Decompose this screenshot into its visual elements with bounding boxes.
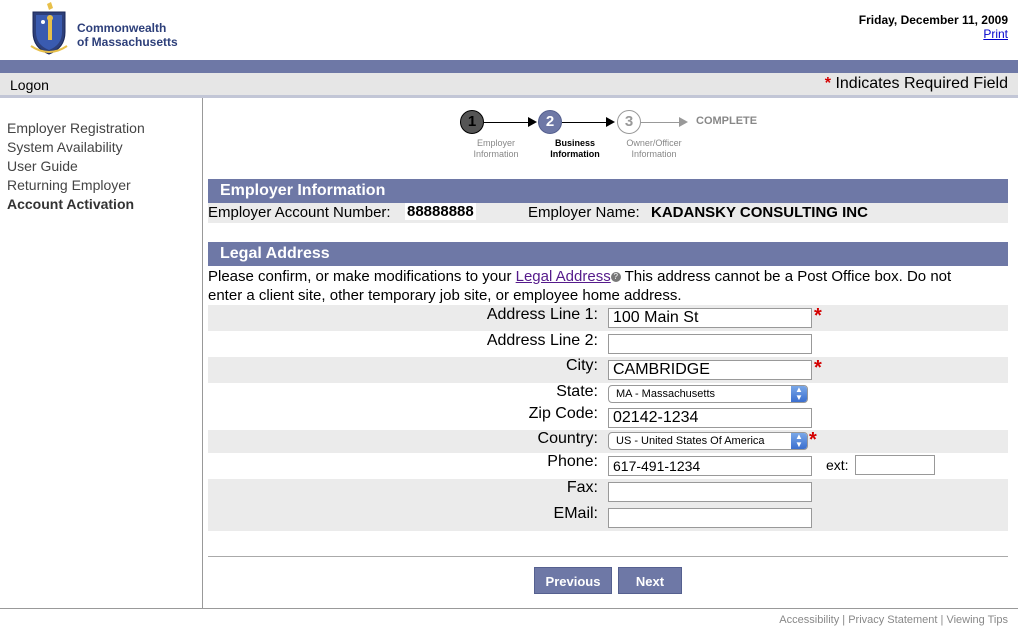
address-line2-input[interactable] xyxy=(608,334,812,354)
page-header: Commonwealth of Massachusetts Friday, De… xyxy=(0,0,1018,62)
page-footer: Accessibility | Privacy Statement | View… xyxy=(0,608,1018,629)
step-1-circle: 1 xyxy=(460,110,484,134)
step-arrow-line xyxy=(562,122,608,123)
state-select[interactable]: MA - Massachusetts ▲ ▼ xyxy=(608,385,808,403)
step-arrow-line xyxy=(484,122,530,123)
footer-links: Accessibility | Privacy Statement | View… xyxy=(779,614,1008,626)
footer-separator: | xyxy=(839,614,849,626)
org-name-line2: of Massachusetts xyxy=(77,35,178,49)
legal-address-link[interactable]: Legal Address xyxy=(516,268,611,285)
address-line2-row: Address Line 2: xyxy=(208,331,1008,357)
fax-row: Fax: xyxy=(208,479,1008,505)
step-arrow-line xyxy=(641,122,681,123)
select-arrows-icon: ▲ ▼ xyxy=(791,386,807,402)
employer-account-label: Employer Account Number: xyxy=(208,204,391,221)
employer-name-value: KADANSKY CONSULTING INC xyxy=(651,204,868,221)
employer-info-row: Employer Account Number: 88888888 Employ… xyxy=(208,203,1008,223)
select-arrows-icon: ▲ ▼ xyxy=(791,433,807,449)
required-star-icon: * xyxy=(814,305,822,327)
logon-bar: Logon * Indicates Required Field xyxy=(0,73,1018,98)
email-row: EMail: xyxy=(208,505,1008,531)
step-arrowhead-icon xyxy=(528,117,537,127)
sidebar-item-employer-registration[interactable]: Employer Registration xyxy=(7,120,145,136)
fax-label: Fax: xyxy=(566,479,598,496)
country-select-value: US - United States Of America xyxy=(616,435,765,447)
viewing-tips-link[interactable]: Viewing Tips xyxy=(946,614,1008,626)
employer-account-value: 88888888 xyxy=(405,203,476,220)
step-1-label-line1: Employer xyxy=(476,138,515,148)
step-3-label: Owner/Officer Information xyxy=(609,138,699,160)
fax-input[interactable] xyxy=(608,482,812,502)
state-row: State: MA - Massachusetts ▲ ▼ xyxy=(208,383,1008,405)
legal-address-intro-line1: Please confirm, or make modifications to… xyxy=(208,267,1008,286)
employer-info-header: Employer Information xyxy=(208,179,1008,203)
step-2-label-line2: Information xyxy=(550,149,600,159)
form-divider xyxy=(208,556,1008,557)
step-2-circle: 2 xyxy=(538,110,562,134)
legal-address-intro: Please confirm, or make modifications to… xyxy=(208,267,1008,305)
step-2-label-line1: Business xyxy=(554,138,596,148)
sidebar-item-user-guide[interactable]: User Guide xyxy=(7,158,78,174)
print-link[interactable]: Print xyxy=(983,27,1008,41)
city-row: City: * xyxy=(208,357,1008,383)
accessibility-link[interactable]: Accessibility xyxy=(779,614,839,626)
logon-label: Logon xyxy=(10,77,49,93)
sidebar-item-account-activation[interactable]: Account Activation xyxy=(7,196,134,212)
phone-row: Phone: ext: xyxy=(208,453,1008,479)
country-select[interactable]: US - United States Of America ▲ ▼ xyxy=(608,432,808,450)
sidebar-item-returning-employer[interactable]: Returning Employer xyxy=(7,177,131,193)
state-select-value: MA - Massachusetts xyxy=(616,388,716,400)
sidebar: Employer Registration System Availabilit… xyxy=(0,98,203,608)
zip-label: Zip Code: xyxy=(528,405,598,422)
email-label: EMail: xyxy=(553,505,598,522)
zip-input[interactable] xyxy=(608,408,812,428)
state-label: State: xyxy=(556,383,598,400)
intro-text-before: Please confirm, or make modifications to… xyxy=(208,268,516,285)
step-1-label: Employer Information xyxy=(451,138,541,160)
required-star-icon: * xyxy=(809,429,817,451)
address-line1-row: Address Line 1: * xyxy=(208,305,1008,331)
step-1-label-line2: Information xyxy=(473,149,519,159)
city-input[interactable] xyxy=(608,360,812,380)
sidebar-item-system-availability[interactable]: System Availability xyxy=(7,139,123,155)
city-label: City: xyxy=(566,357,598,374)
zip-row: Zip Code: xyxy=(208,405,1008,430)
email-input[interactable] xyxy=(608,508,812,528)
legal-address-header: Legal Address xyxy=(208,242,1008,266)
help-icon[interactable]: ? xyxy=(610,272,621,283)
privacy-statement-link[interactable]: Privacy Statement xyxy=(848,614,937,626)
step-complete-label: COMPLETE xyxy=(696,115,758,127)
required-note-text: Indicates Required Field xyxy=(831,75,1008,92)
intro-text-after: This address cannot be a Post Office box… xyxy=(620,268,952,285)
country-row: Country: US - United States Of America ▲ ▼… xyxy=(208,430,1008,453)
header-divider-bar xyxy=(0,60,1018,73)
address-line2-label: Address Line 2: xyxy=(486,332,598,349)
legal-address-intro-line2: enter a client site, other temporary job… xyxy=(208,287,682,304)
employer-name-label: Employer Name: xyxy=(528,204,640,221)
step-3-label-line2: Information xyxy=(631,149,677,159)
next-button[interactable]: Next xyxy=(618,567,682,594)
step-3-circle: 3 xyxy=(617,110,641,134)
step-2-label: Business Information xyxy=(530,138,620,160)
ext-label: ext: xyxy=(826,457,849,473)
main-content: 1 2 3 COMPLETE Employer Information Busin… xyxy=(203,98,1018,608)
legal-address-title: Legal Address xyxy=(220,245,330,262)
ext-input[interactable] xyxy=(855,455,935,475)
employer-info-title: Employer Information xyxy=(220,182,386,199)
current-date: Friday, December 11, 2009 xyxy=(858,13,1008,27)
address-line1-input[interactable] xyxy=(608,308,812,328)
massachusetts-seal-icon xyxy=(30,2,68,55)
phone-input[interactable] xyxy=(608,456,812,476)
step-arrowhead-icon xyxy=(679,117,688,127)
address-line1-label: Address Line 1: xyxy=(486,306,598,323)
org-name-line1: Commonwealth xyxy=(77,21,167,35)
country-label: Country: xyxy=(537,430,598,447)
required-star-icon: * xyxy=(814,357,822,379)
step-arrowhead-icon xyxy=(606,117,615,127)
org-name: Commonwealth of Massachusetts xyxy=(77,21,178,49)
required-field-note: * Indicates Required Field xyxy=(825,75,1008,93)
step-3-label-line1: Owner/Officer xyxy=(626,138,682,148)
phone-label: Phone: xyxy=(547,453,598,470)
previous-button[interactable]: Previous xyxy=(534,567,612,594)
